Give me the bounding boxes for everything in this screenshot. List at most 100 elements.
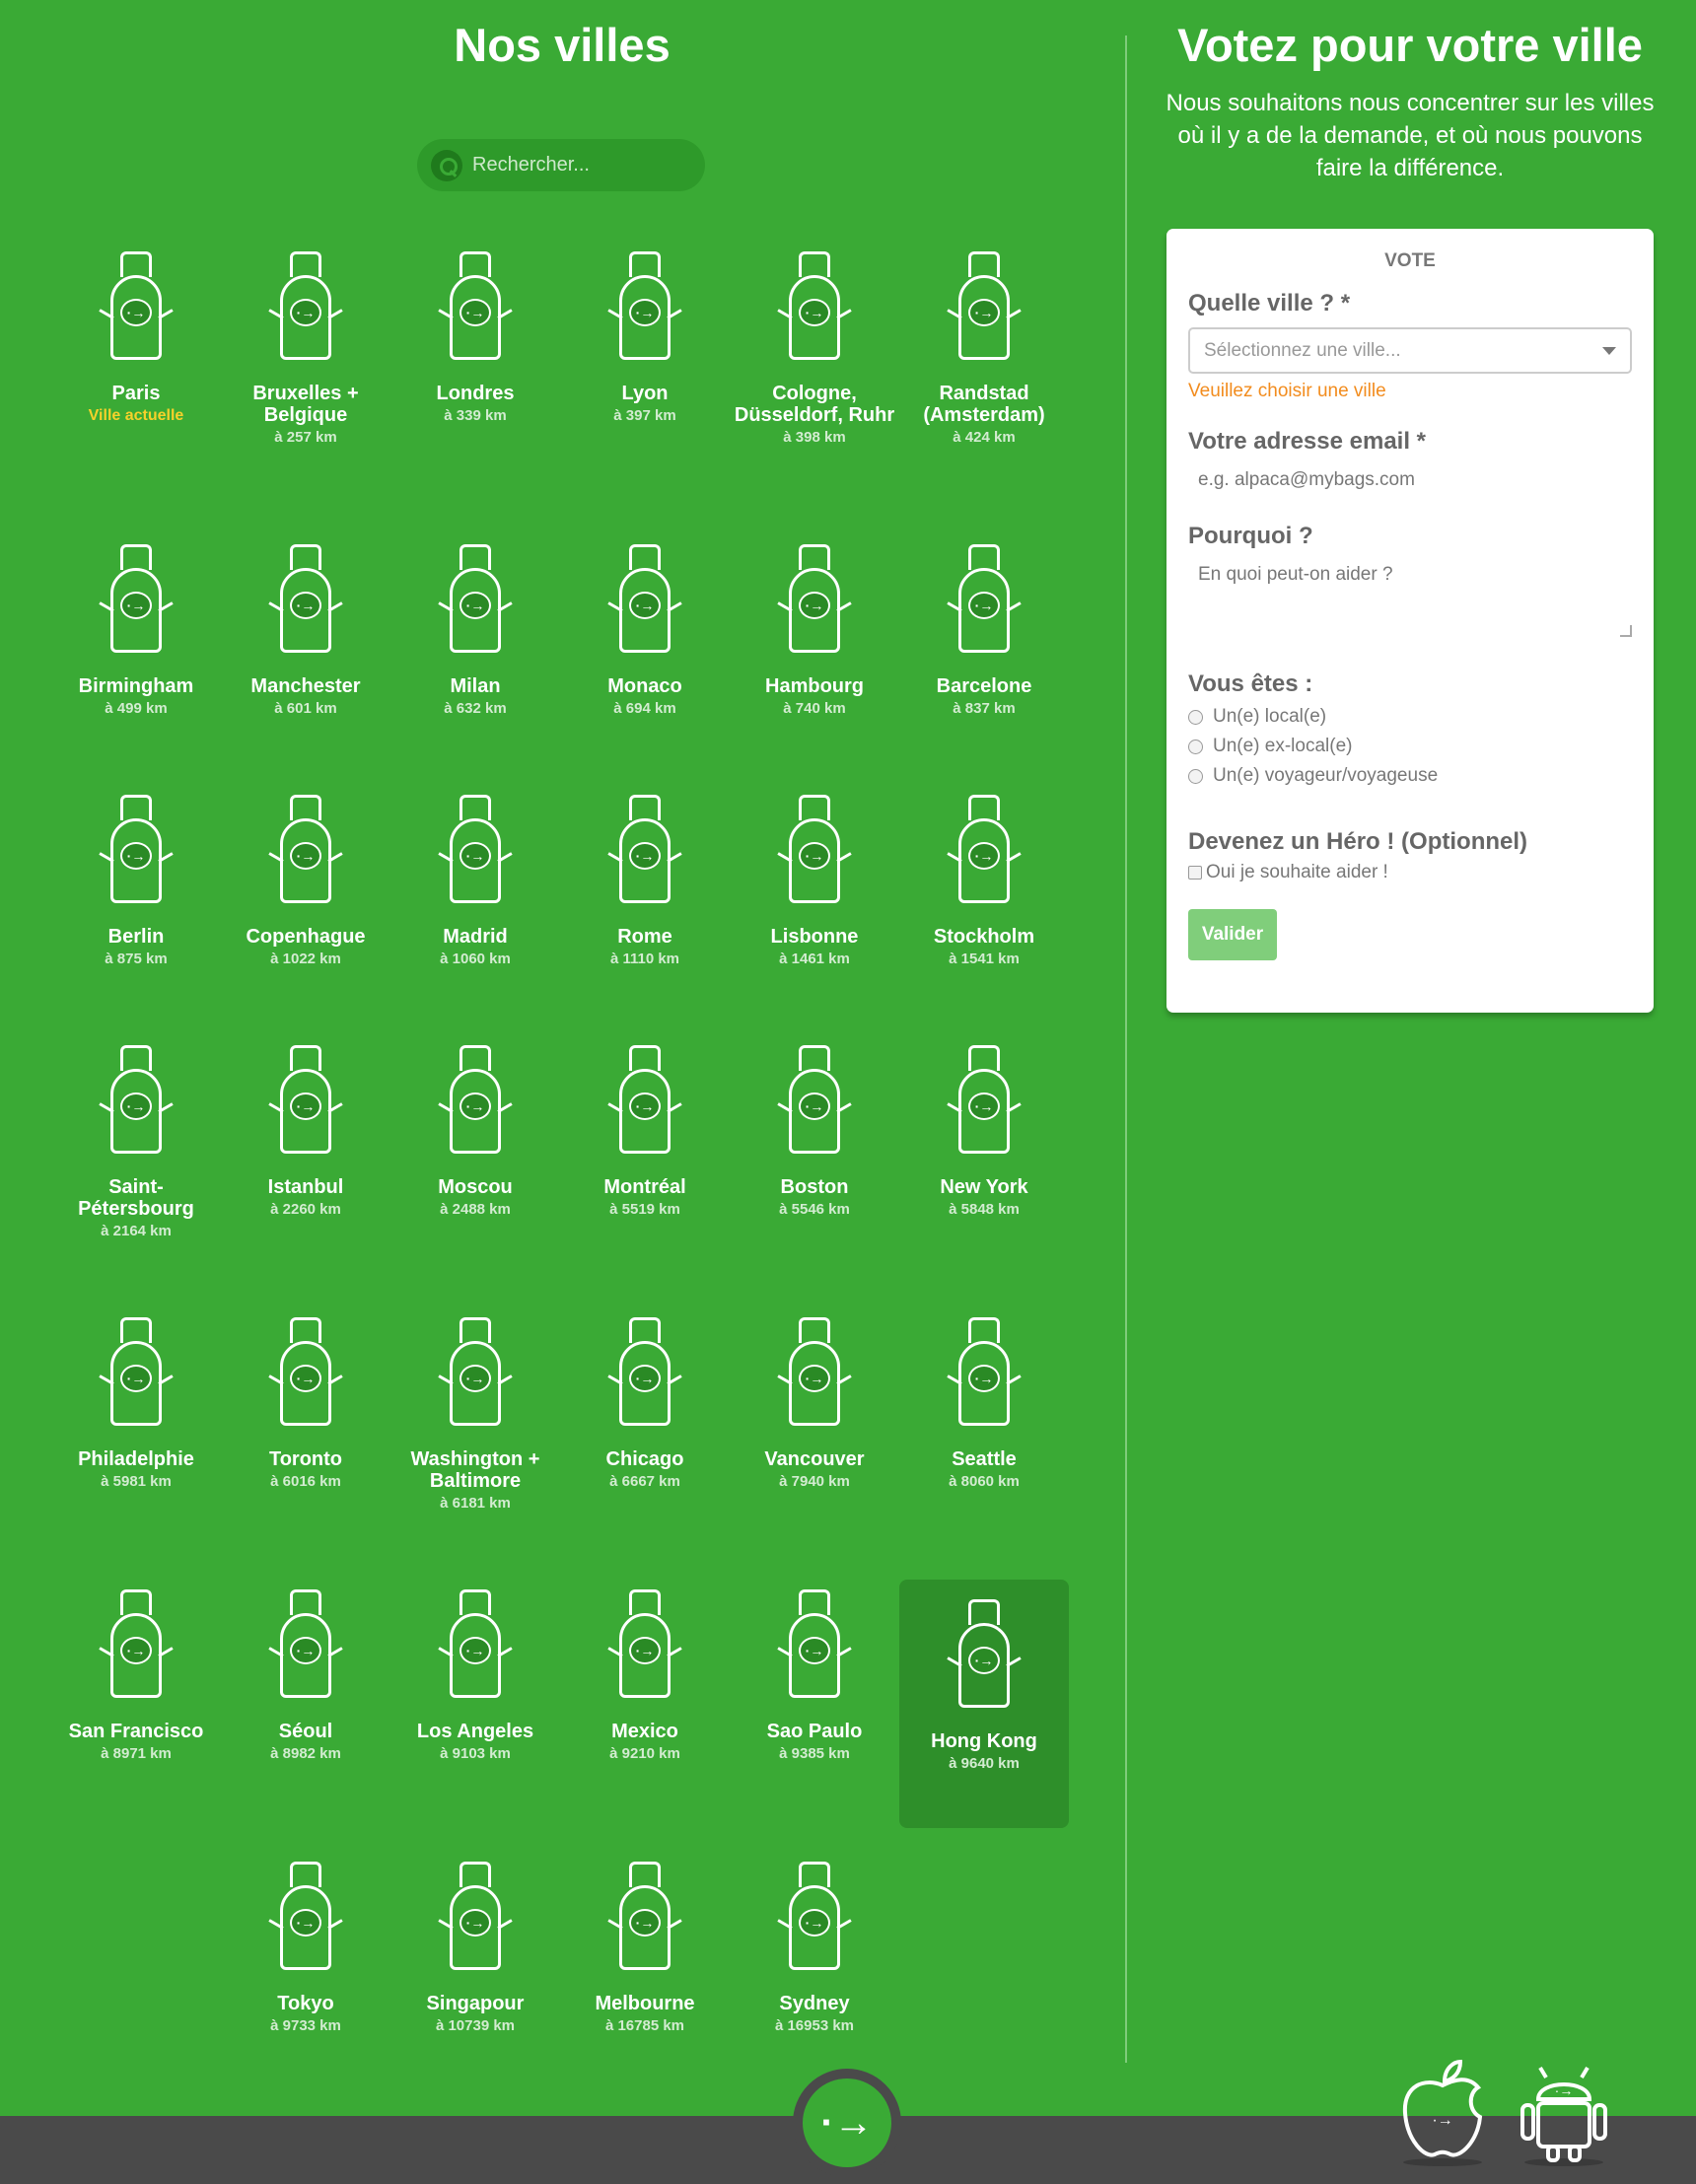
city-card[interactable]: ·→ Hambourg à 740 km <box>730 525 899 775</box>
city-card[interactable]: ·→ Saint-Pétersbourg à 2164 km <box>51 1025 221 1298</box>
city-name: Seattle <box>952 1448 1017 1470</box>
apple-icon[interactable]: ·→ <box>1395 2056 1490 2166</box>
city-name: Birmingham <box>78 675 194 697</box>
city-mascot-icon: ·→ <box>775 1317 854 1431</box>
city-mascot-icon: ·→ <box>945 795 1024 908</box>
city-card[interactable]: ·→ Lisbonne à 1461 km <box>730 775 899 1025</box>
city-name: Monaco <box>607 675 682 697</box>
city-distance: à 5981 km <box>101 1473 172 1490</box>
city-name: Bruxelles + Belgique <box>252 383 359 426</box>
city-name: Randstad (Amsterdam) <box>923 383 1045 426</box>
city-card[interactable]: ·→ Barcelone à 837 km <box>899 525 1069 775</box>
city-error: Veuillez choisir une ville <box>1188 381 1386 401</box>
city-name: Séoul <box>278 1721 333 1742</box>
city-distance: à 5546 km <box>779 1201 850 1218</box>
city-card[interactable]: ·→ Sydney à 16953 km <box>730 1842 899 2114</box>
city-card[interactable]: ·→ Washington + Baltimore à 6181 km <box>390 1298 560 1570</box>
vote-subtitle: Nous souhaitons nous concentrer sur les … <box>1166 90 1655 181</box>
city-distance: à 632 km <box>444 700 507 717</box>
city-card[interactable]: ·→ Berlin à 875 km <box>51 775 221 1025</box>
city-card[interactable]: ·→ Toronto à 6016 km <box>221 1298 390 1570</box>
chevron-down-icon <box>1602 346 1616 355</box>
city-distance: à 5848 km <box>949 1201 1020 1218</box>
city-label: Quelle ville ? * <box>1188 290 1351 317</box>
city-card[interactable]: ·→ Seattle à 8060 km <box>899 1298 1069 1570</box>
city-card[interactable]: ·→ Boston à 5546 km <box>730 1025 899 1298</box>
android-icon[interactable]: ·→ <box>1517 2056 1611 2166</box>
city-mascot-icon: ·→ <box>775 1862 854 1975</box>
radio-circle-icon[interactable] <box>1188 739 1203 754</box>
city-name: Melbourne <box>595 1993 695 2014</box>
city-card[interactable]: ·→ Birmingham à 499 km <box>51 525 221 775</box>
city-card[interactable]: ·→ New York à 5848 km <box>899 1025 1069 1298</box>
city-mascot-icon: ·→ <box>605 1589 684 1703</box>
why-label: Pourquoi ? <box>1188 523 1313 549</box>
city-card[interactable]: ·→ Milan à 632 km <box>390 525 560 775</box>
city-card[interactable]: ·→ Paris Ville actuelle <box>51 232 221 525</box>
radio-ex-local[interactable]: Un(e) ex-local(e) <box>1188 736 1632 757</box>
city-card[interactable]: ·→ Moscou à 2488 km <box>390 1025 560 1298</box>
city-mascot-icon: ·→ <box>945 1045 1024 1159</box>
city-name: Paris <box>111 383 161 404</box>
city-card[interactable]: ·→ Stockholm à 1541 km <box>899 775 1069 1025</box>
search-input[interactable] <box>472 154 689 176</box>
city-name: New York <box>940 1176 1028 1198</box>
city-card[interactable]: ·→ Rome à 1110 km <box>560 775 730 1025</box>
city-card[interactable]: ·→ Copenhague à 1022 km <box>221 775 390 1025</box>
city-card[interactable]: ·→ Randstad (Amsterdam) à 424 km <box>899 232 1069 525</box>
radio-circle-icon[interactable] <box>1188 768 1203 784</box>
city-distance: à 1022 km <box>270 951 341 967</box>
city-name: Moscou <box>438 1176 513 1198</box>
city-select[interactable]: Sélectionnez une ville... <box>1188 327 1632 374</box>
vote-title: Votez pour votre ville <box>1177 19 1643 71</box>
city-card[interactable]: ·→ Sao Paulo à 9385 km <box>730 1570 899 1842</box>
radio-local[interactable]: Un(e) local(e) <box>1188 706 1632 728</box>
city-card[interactable]: ·→ Lyon à 397 km <box>560 232 730 525</box>
city-name: Montréal <box>603 1176 686 1198</box>
why-textarea[interactable]: En quoi peut-on aider ? <box>1188 564 1632 643</box>
radio-circle-icon[interactable] <box>1188 709 1203 725</box>
city-card[interactable]: ·→ Melbourne à 16785 km <box>560 1842 730 2114</box>
city-distance: à 10739 km <box>435 2017 516 2034</box>
city-card[interactable]: ·→ Londres à 339 km <box>390 232 560 525</box>
hero-checkbox-row[interactable]: Oui je souhaite aider ! <box>1188 862 1632 883</box>
city-distance: à 694 km <box>613 700 676 717</box>
city-card[interactable]: ·→ Mexico à 9210 km <box>560 1570 730 1842</box>
city-distance: à 7940 km <box>779 1473 850 1490</box>
resize-handle-icon[interactable] <box>1620 625 1632 637</box>
city-distance: à 1060 km <box>440 951 511 967</box>
city-card[interactable]: ·→ Monaco à 694 km <box>560 525 730 775</box>
city-card[interactable]: ·→ Hong Kong à 9640 km <box>899 1580 1069 1828</box>
city-card[interactable]: ·→ Manchester à 601 km <box>221 525 390 775</box>
city-distance: à 6667 km <box>609 1473 680 1490</box>
city-mascot-icon: ·→ <box>266 544 345 658</box>
cities-panel: Nos villes ·→ Paris Ville actuelle ·→ Bruxel… <box>0 0 1124 2080</box>
city-card[interactable]: ·→ San Francisco à 8971 km <box>51 1570 221 1842</box>
radio-traveler[interactable]: Un(e) voyageur/voyageuse <box>1188 765 1632 787</box>
city-card[interactable]: ·→ Philadelphie à 5981 km <box>51 1298 221 1570</box>
city-card[interactable]: ·→ Vancouver à 7940 km <box>730 1298 899 1570</box>
app-logo-button[interactable]: ·→ <box>793 2069 901 2177</box>
city-name: Lyon <box>621 383 669 404</box>
city-card[interactable]: ·→ Montréal à 5519 km <box>560 1025 730 1298</box>
city-distance: à 6181 km <box>440 1495 511 1512</box>
submit-button[interactable]: Valider <box>1188 909 1277 960</box>
city-card[interactable]: ·→ Tokyo à 9733 km <box>221 1842 390 2114</box>
city-card[interactable]: ·→ Los Angeles à 9103 km <box>390 1570 560 1842</box>
city-mascot-icon: ·→ <box>775 251 854 365</box>
city-distance: à 397 km <box>613 407 676 424</box>
city-card[interactable]: ·→ Istanbul à 2260 km <box>221 1025 390 1298</box>
email-field[interactable]: e.g. alpaca@mybags.com <box>1188 469 1632 491</box>
city-card[interactable]: ·→ Chicago à 6667 km <box>560 1298 730 1570</box>
city-mascot-icon: ·→ <box>266 1045 345 1159</box>
city-mascot-icon: ·→ <box>266 795 345 908</box>
city-card[interactable]: ·→ Singapour à 10739 km <box>390 1842 560 2114</box>
hero-checkbox[interactable] <box>1188 866 1202 880</box>
city-name: Milan <box>450 675 501 697</box>
city-card[interactable]: ·→ Bruxelles + Belgique à 257 km <box>221 232 390 525</box>
city-card[interactable]: ·→ Séoul à 8982 km <box>221 1570 390 1842</box>
city-card[interactable]: ·→ Cologne, Düsseldorf, Ruhr à 398 km <box>730 232 899 525</box>
city-card[interactable]: ·→ Madrid à 1060 km <box>390 775 560 1025</box>
search-bar[interactable] <box>417 139 705 191</box>
city-distance: à 1541 km <box>949 951 1020 967</box>
